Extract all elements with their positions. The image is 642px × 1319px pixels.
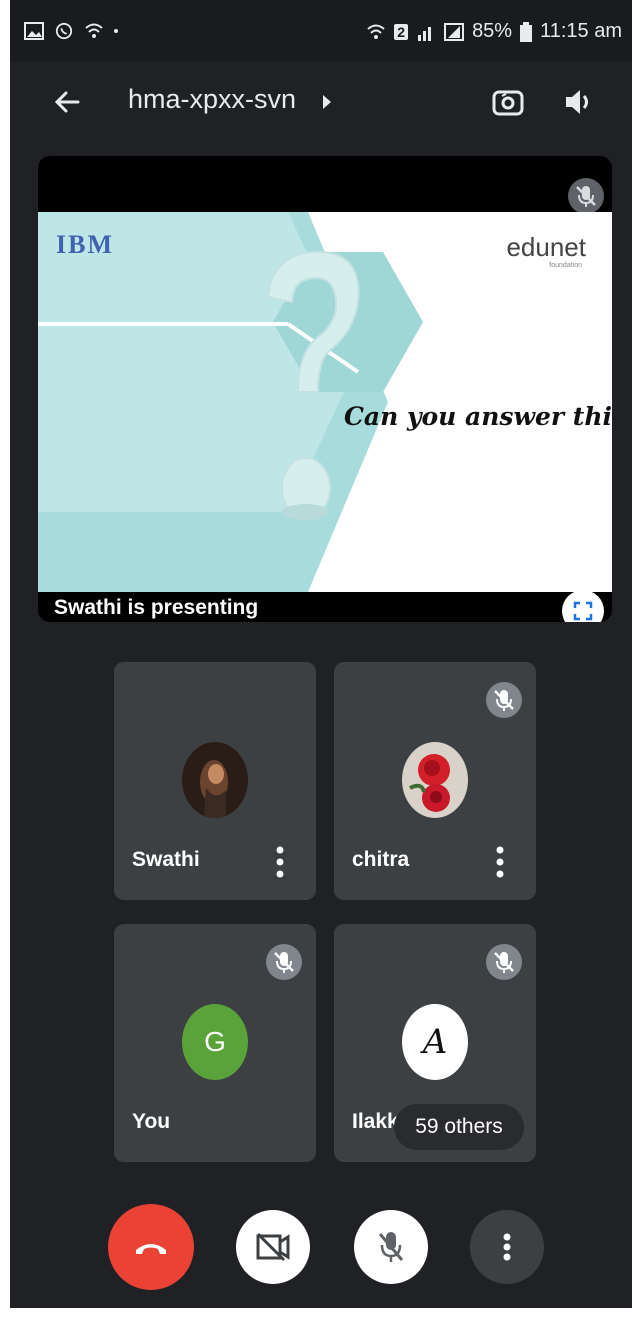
signal-icon	[418, 26, 432, 41]
muted-indicator	[266, 944, 302, 980]
fullscreen-button[interactable]	[562, 590, 604, 622]
battery-percent: 85%	[472, 20, 513, 42]
mic-off-icon	[576, 186, 596, 207]
status-bar: 2 85% 11:15 am	[10, 0, 632, 62]
participant-name: You	[132, 1110, 171, 1133]
participant-tile-ilakk[interactable]: A Ilakk 59 others	[334, 924, 536, 1162]
battery-icon	[520, 21, 533, 42]
more-options-icon	[503, 1233, 511, 1261]
presenting-label: Swathi is presenting	[54, 596, 259, 619]
participant-name: chitra	[352, 848, 410, 871]
avatar	[182, 742, 248, 818]
muted-indicator	[486, 944, 522, 980]
ibm-logo: IBM	[56, 230, 114, 259]
profile-photo	[182, 742, 248, 818]
speaker-icon[interactable]	[558, 82, 598, 122]
muted-indicator	[486, 682, 522, 718]
chevron-right-icon[interactable]	[320, 92, 334, 112]
call-controls	[10, 1196, 632, 1296]
camera-off-icon	[256, 1232, 290, 1262]
status-dot	[114, 29, 118, 33]
wifi-calling-icon	[367, 24, 385, 39]
mic-off-icon	[494, 952, 514, 973]
avatar-initial: A	[422, 1022, 448, 1062]
mic-toggle-button[interactable]	[354, 1210, 428, 1284]
end-call-icon	[136, 1244, 166, 1254]
mic-off-icon	[378, 1232, 404, 1262]
shared-slide: IBM edunet foundation Can you answer thi…	[38, 212, 612, 592]
mic-off-icon	[494, 690, 514, 711]
avatar-initial: G	[204, 1026, 226, 1057]
gallery-icon	[24, 22, 44, 40]
meeting-code[interactable]: hma-xpxx-svn	[128, 84, 296, 115]
edunet-logo: edunet	[506, 232, 586, 262]
edunet-tagline: foundation	[549, 262, 582, 269]
meeting-header: hma-xpxx-svn	[10, 62, 632, 150]
wifi-icon	[85, 23, 103, 38]
participant-tile-swathi[interactable]: Swathi	[114, 662, 316, 900]
more-vert-icon[interactable]	[494, 844, 506, 880]
sim-badge: 2	[394, 23, 409, 40]
camera-toggle-button[interactable]	[236, 1210, 310, 1284]
meet-app-screen: 2 85% 11:15 am hma-xpxx-svn IBM edunet f…	[10, 0, 632, 1308]
end-call-button[interactable]	[108, 1204, 194, 1290]
fullscreen-icon	[573, 601, 593, 621]
participant-tile-chitra[interactable]: chitra	[334, 662, 536, 900]
others-count-pill[interactable]: 59 others	[394, 1104, 524, 1150]
participant-name: Swathi	[132, 848, 200, 871]
participant-name: Ilakk	[352, 1110, 399, 1133]
mic-off-icon	[274, 952, 294, 973]
avatar: A	[402, 1004, 468, 1080]
whatsapp-icon	[55, 22, 73, 40]
more-options-button[interactable]	[470, 1210, 544, 1284]
rose-photo	[402, 742, 468, 818]
signal-2-icon	[444, 22, 465, 41]
camera-switch-icon[interactable]	[488, 82, 528, 122]
back-arrow-icon[interactable]	[48, 82, 88, 122]
participant-tile-you[interactable]: G You	[114, 924, 316, 1162]
slide-question-text: Can you answer this?	[344, 402, 612, 431]
presenter-muted-indicator	[568, 178, 604, 214]
clock: 11:15 am	[540, 20, 622, 42]
presentation-tile[interactable]: IBM edunet foundation Can you answer thi…	[38, 156, 612, 622]
avatar	[402, 742, 468, 818]
avatar: G	[182, 1004, 248, 1080]
more-vert-icon[interactable]	[274, 844, 286, 880]
